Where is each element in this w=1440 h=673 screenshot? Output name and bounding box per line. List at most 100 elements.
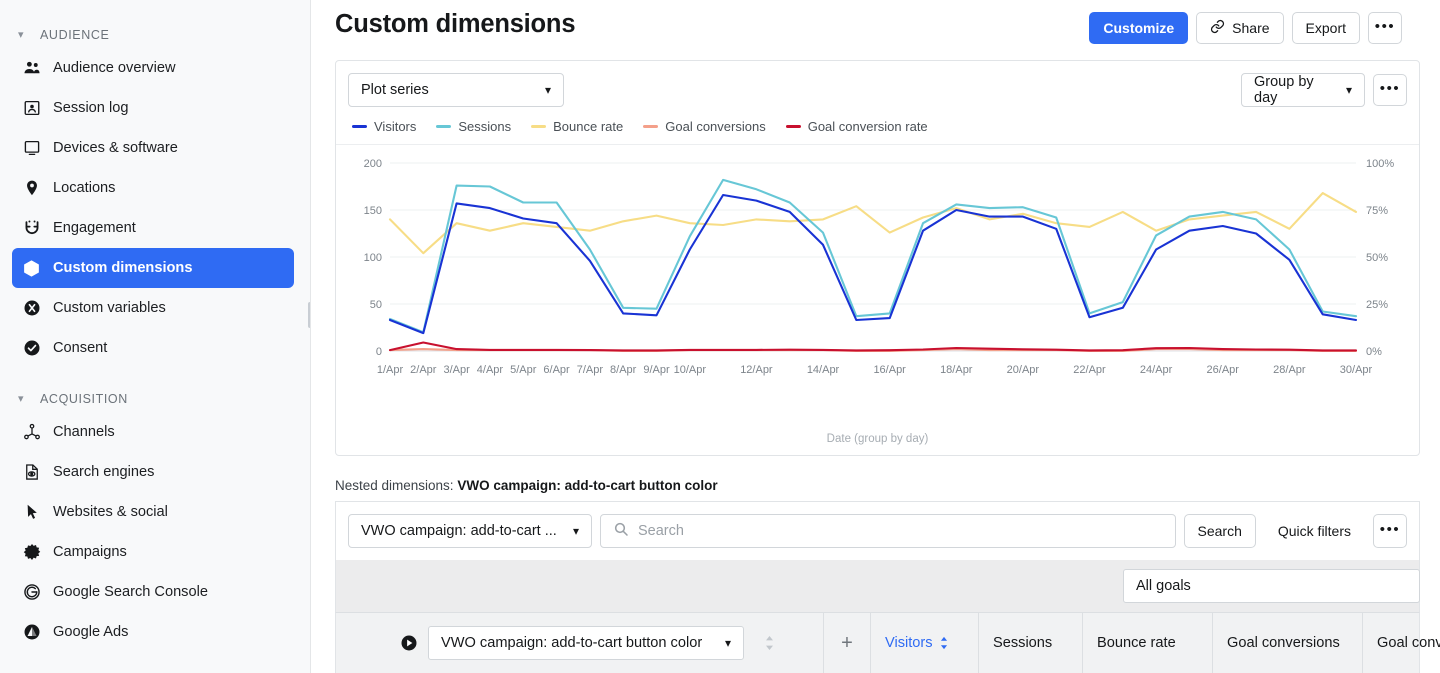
goals-select[interactable]: All goals <box>1123 569 1420 603</box>
x-axis-tick: 26/Apr <box>1207 364 1240 376</box>
chevron-down-icon: ▾ <box>544 83 551 97</box>
legend-swatch-icon <box>352 125 367 128</box>
chart-line-sessions <box>388 178 1358 334</box>
page-header: Custom dimensions Customize Share Export… <box>311 0 1440 52</box>
sidebar-item-consent[interactable]: Consent <box>12 328 294 368</box>
sidebar-item-websites-social[interactable]: Websites & social <box>12 492 294 532</box>
sidebar-item-session-log[interactable]: Session log <box>12 88 294 128</box>
chevron-down-icon: ▾ <box>18 392 24 405</box>
search-button[interactable]: Search <box>1183 514 1256 548</box>
sidebar-item-label: Audience overview <box>53 60 176 76</box>
sidebar-group-acquisition[interactable]: ▾ ACQUISITION <box>0 386 310 412</box>
x-axis-tick: 2/Apr <box>410 364 437 376</box>
x-axis-tick: 3/Apr <box>443 364 470 376</box>
y-axis-tick-right: 25% <box>1366 299 1388 311</box>
table-column-sessions[interactable]: Sessions <box>979 612 1083 673</box>
dimension-select-label: VWO campaign: add-to-cart ... <box>361 523 557 539</box>
sort-indicator-icon[interactable] <box>939 636 949 650</box>
sidebar-item-custom-dimensions[interactable]: Custom dimensions <box>12 248 294 288</box>
chart-more-button[interactable]: ••• <box>1373 74 1407 106</box>
legend-item-sessions[interactable]: Sessions <box>436 119 511 134</box>
sidebar-item-audience-overview[interactable]: Audience overview <box>12 48 294 88</box>
sidebar-item-devices-software[interactable]: Devices & software <box>12 128 294 168</box>
legend-label: Bounce rate <box>553 119 624 134</box>
x-axis-tick: 9/Apr <box>643 364 670 376</box>
legend-label: Sessions <box>458 119 512 134</box>
x-axis-tick: 20/Apr <box>1007 364 1040 376</box>
column-label: Visitors <box>885 635 933 651</box>
device-icon <box>22 139 41 158</box>
play-circle-icon[interactable] <box>400 634 418 652</box>
plot-series-label: Plot series <box>361 82 429 98</box>
link-icon <box>1210 19 1225 37</box>
sidebar-item-locations[interactable]: Locations <box>12 168 294 208</box>
x-axis-tick: 6/Apr <box>543 364 570 376</box>
sidebar-item-google-ads[interactable]: Google Ads <box>12 612 294 652</box>
legend-label: Goal conversion rate <box>807 119 928 134</box>
quick-filters-button[interactable]: Quick filters <box>1263 514 1365 548</box>
legend-item-bounce-rate[interactable]: Bounce rate <box>531 119 623 134</box>
legend-item-visitors[interactable]: Visitors <box>352 119 416 134</box>
sidebar: ▾ AUDIENCE Audience overview Session log Dev… <box>0 0 311 673</box>
column-label: Bounce rate <box>1097 635 1176 651</box>
add-column-button[interactable]: + <box>824 612 871 673</box>
column-label: Sessions <box>993 635 1053 651</box>
x-axis-tick: 28/Apr <box>1273 364 1306 376</box>
search-engine-icon <box>22 463 41 482</box>
x-axis-tick: 10/Apr <box>674 364 707 376</box>
sidebar-item-engagement[interactable]: Engagement <box>12 208 294 248</box>
sort-toggle-icon[interactable] <box>764 635 775 651</box>
chart-card: Plot series ▾ Group by day ▾ ••• Visitor… <box>335 60 1420 456</box>
export-button[interactable]: Export <box>1291 12 1360 44</box>
customize-button[interactable]: Customize <box>1089 12 1189 44</box>
header-more-button[interactable]: ••• <box>1368 12 1402 44</box>
table-column-bounce-rate[interactable]: Bounce rate <box>1083 612 1213 673</box>
sidebar-item-channels[interactable]: Channels <box>12 412 294 452</box>
search-box[interactable] <box>600 514 1176 548</box>
table-column-visitors[interactable]: Visitors <box>871 612 979 673</box>
sidebar-item-label: Engagement <box>53 220 136 236</box>
table-header-row: VWO campaign: add-to-cart button color ▾… <box>335 612 1440 673</box>
plot-series-select[interactable]: Plot series ▾ <box>348 73 564 107</box>
legend-item-goal-conversion-rate[interactable]: Goal conversion rate <box>785 119 928 134</box>
sidebar-group-label: ACQUISITION <box>40 392 128 406</box>
sidebar-group-audience[interactable]: ▾ AUDIENCE <box>0 22 310 48</box>
sidebar-item-label: Websites & social <box>53 504 168 520</box>
table-column-goal-conversion-rate[interactable]: Goal conversion rate <box>1363 613 1440 673</box>
chevron-down-icon: ▾ <box>18 28 24 41</box>
x-axis-tick: 7/Apr <box>577 364 604 376</box>
sidebar-item-label: Locations <box>53 180 116 196</box>
share-button[interactable]: Share <box>1196 12 1284 44</box>
search-input[interactable] <box>638 523 1163 539</box>
group-by-select[interactable]: Group by day ▾ <box>1241 73 1365 107</box>
ellipsis-icon: ••• <box>1374 17 1396 35</box>
sidebar-item-search-engines[interactable]: Search engines <box>12 452 294 492</box>
sidebar-item-google-search-console[interactable]: Google Search Console <box>12 572 294 612</box>
legend-swatch-icon <box>785 125 801 128</box>
chart-legend: Visitors Sessions Bounce rate Goal conversi… <box>336 119 1419 145</box>
dimension-select[interactable]: VWO campaign: add-to-cart ... ▾ <box>348 514 592 548</box>
x-axis-tick: 18/Apr <box>940 364 973 376</box>
search-row: VWO campaign: add-to-cart ... ▾ Search Q… <box>336 502 1419 560</box>
table-column-goal-conversions[interactable]: Goal conversions <box>1213 612 1363 673</box>
nested-dimensions-value: VWO campaign: add-to-cart button color <box>457 478 718 493</box>
header-actions: Customize Share Export ••• <box>1089 6 1402 44</box>
sidebar-item-label: Google Ads <box>53 624 129 640</box>
table-more-button[interactable]: ••• <box>1373 514 1407 548</box>
x-axis-tick: 30/Apr <box>1340 364 1373 376</box>
sidebar-item-label: Session log <box>53 100 129 116</box>
sidebar-item-campaigns[interactable]: Campaigns <box>12 532 294 572</box>
sidebar-item-label: Google Search Console <box>53 584 208 600</box>
row-dimension-select[interactable]: VWO campaign: add-to-cart button color ▾ <box>428 626 744 660</box>
session-log-icon <box>22 99 41 118</box>
sidebar-item-custom-variables[interactable]: Custom variables <box>12 288 294 328</box>
y-axis-tick-right: 75% <box>1366 205 1388 217</box>
y-axis-tick-right: 50% <box>1366 252 1388 264</box>
goals-select-label: All goals <box>1136 578 1191 594</box>
nested-dimensions-line: Nested dimensions: VWO campaign: add-to-… <box>311 456 1440 501</box>
data-table: All goals VWO campaign: add-to-cart butt… <box>335 560 1440 673</box>
chevron-down-icon: ▾ <box>572 524 579 538</box>
legend-item-goal-conversions[interactable]: Goal conversions <box>643 119 766 134</box>
column-label: Goal conversions <box>1227 635 1340 651</box>
chevron-down-icon: ▾ <box>724 636 731 650</box>
